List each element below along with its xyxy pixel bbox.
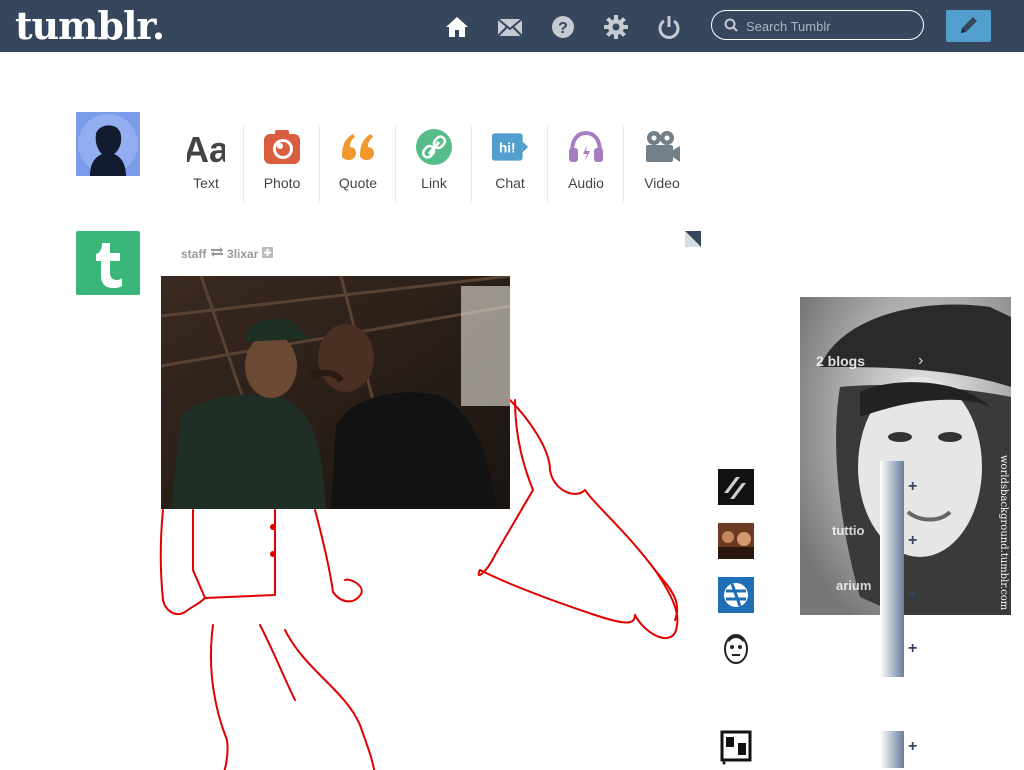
svg-text:?: ?	[558, 20, 568, 37]
post-type-label: Photo	[263, 175, 301, 191]
svg-text:hi!: hi!	[499, 140, 516, 155]
post-type-link[interactable]: Link	[396, 126, 472, 202]
follow-plus-icon[interactable]: +	[908, 640, 917, 658]
link-icon	[415, 128, 453, 166]
tumblr-t-icon	[96, 243, 122, 288]
blog-avatar-icon	[718, 469, 754, 505]
post-header: staff 3lixar	[181, 246, 273, 261]
post-type-audio[interactable]: Audio	[548, 126, 624, 202]
user-avatar[interactable]	[76, 112, 140, 176]
sidebar-background-image	[800, 297, 1011, 615]
headphones-icon	[567, 128, 605, 166]
quote-icon	[339, 128, 377, 166]
follow-plus-icon[interactable]: +	[908, 478, 917, 496]
post-photo[interactable]	[161, 276, 510, 509]
follow-plus-icon[interactable]	[261, 246, 273, 261]
pencil-icon	[961, 17, 977, 33]
post-type-label: Quote	[338, 175, 378, 191]
post-type-label: Audio	[568, 175, 604, 191]
portrait-watermark: worldsbackground.tumblr.com	[998, 455, 1009, 611]
post-type-label: Text	[193, 175, 219, 191]
recommended-blog-avatar[interactable]	[718, 631, 754, 667]
text-icon: Aa	[183, 128, 230, 170]
post-type-photo[interactable]: Photo	[244, 126, 320, 202]
post-corner-fold-icon	[685, 231, 701, 247]
post-type-chat[interactable]: hi! Chat	[472, 126, 548, 202]
recommended-blog-row	[880, 461, 904, 515]
post-type-text[interactable]: Aa Text	[168, 126, 244, 202]
recommended-blog-row	[880, 623, 904, 677]
svg-text:Aa: Aa	[187, 129, 225, 166]
tumblr-logo[interactable]: tumblr.	[15, 4, 165, 48]
post-type-label: Link	[421, 175, 447, 191]
search-box[interactable]	[711, 10, 924, 40]
gear-icon[interactable]	[603, 14, 629, 40]
post-type-label: Chat	[495, 175, 525, 191]
post-type-quote[interactable]: Quote	[320, 126, 396, 202]
follow-plus-icon[interactable]: +	[908, 532, 917, 550]
recommended-blog-avatar[interactable]	[718, 469, 754, 505]
chat-icon: hi!	[491, 128, 529, 166]
recommended-blog-row	[880, 731, 904, 768]
power-icon[interactable]	[656, 14, 682, 40]
search-icon	[724, 18, 738, 37]
staff-avatar[interactable]	[76, 231, 140, 295]
post-type-label: Video	[644, 175, 680, 191]
follow-plus-icon[interactable]: +	[908, 586, 917, 604]
blogs-link[interactable]: 2 blogs	[816, 353, 865, 369]
mail-icon[interactable]	[497, 14, 523, 40]
chevron-right-icon[interactable]: ›	[918, 352, 923, 370]
video-camera-icon	[643, 128, 681, 166]
blog-avatar-icon	[718, 577, 754, 613]
follow-plus-icon[interactable]: +	[908, 738, 917, 756]
camera-icon	[263, 128, 301, 166]
recommended-blog-avatar[interactable]	[718, 729, 754, 765]
recommended-blog-name[interactable]: tuttio	[832, 523, 864, 538]
recommended-blog-row	[880, 515, 904, 569]
recommended-blog-avatar[interactable]	[718, 577, 754, 613]
search-input[interactable]	[744, 16, 918, 36]
reblogged-from[interactable]: 3lixar	[227, 247, 258, 261]
post-type-video[interactable]: Video	[624, 126, 700, 202]
recommended-blog-row	[880, 569, 904, 623]
blog-avatar-icon	[718, 631, 754, 667]
post-author[interactable]: staff	[181, 247, 206, 261]
blog-avatar-icon	[718, 523, 754, 559]
help-icon[interactable]: ?	[550, 14, 576, 40]
compose-button[interactable]	[946, 10, 991, 42]
recommended-blog-name[interactable]: arium	[836, 578, 871, 593]
home-icon[interactable]	[444, 14, 470, 40]
blog-avatar-icon	[718, 729, 754, 765]
reblog-icon	[210, 247, 227, 261]
top-bar: tumblr. ?	[0, 0, 1024, 52]
recommended-blog-avatar[interactable]	[718, 523, 754, 559]
